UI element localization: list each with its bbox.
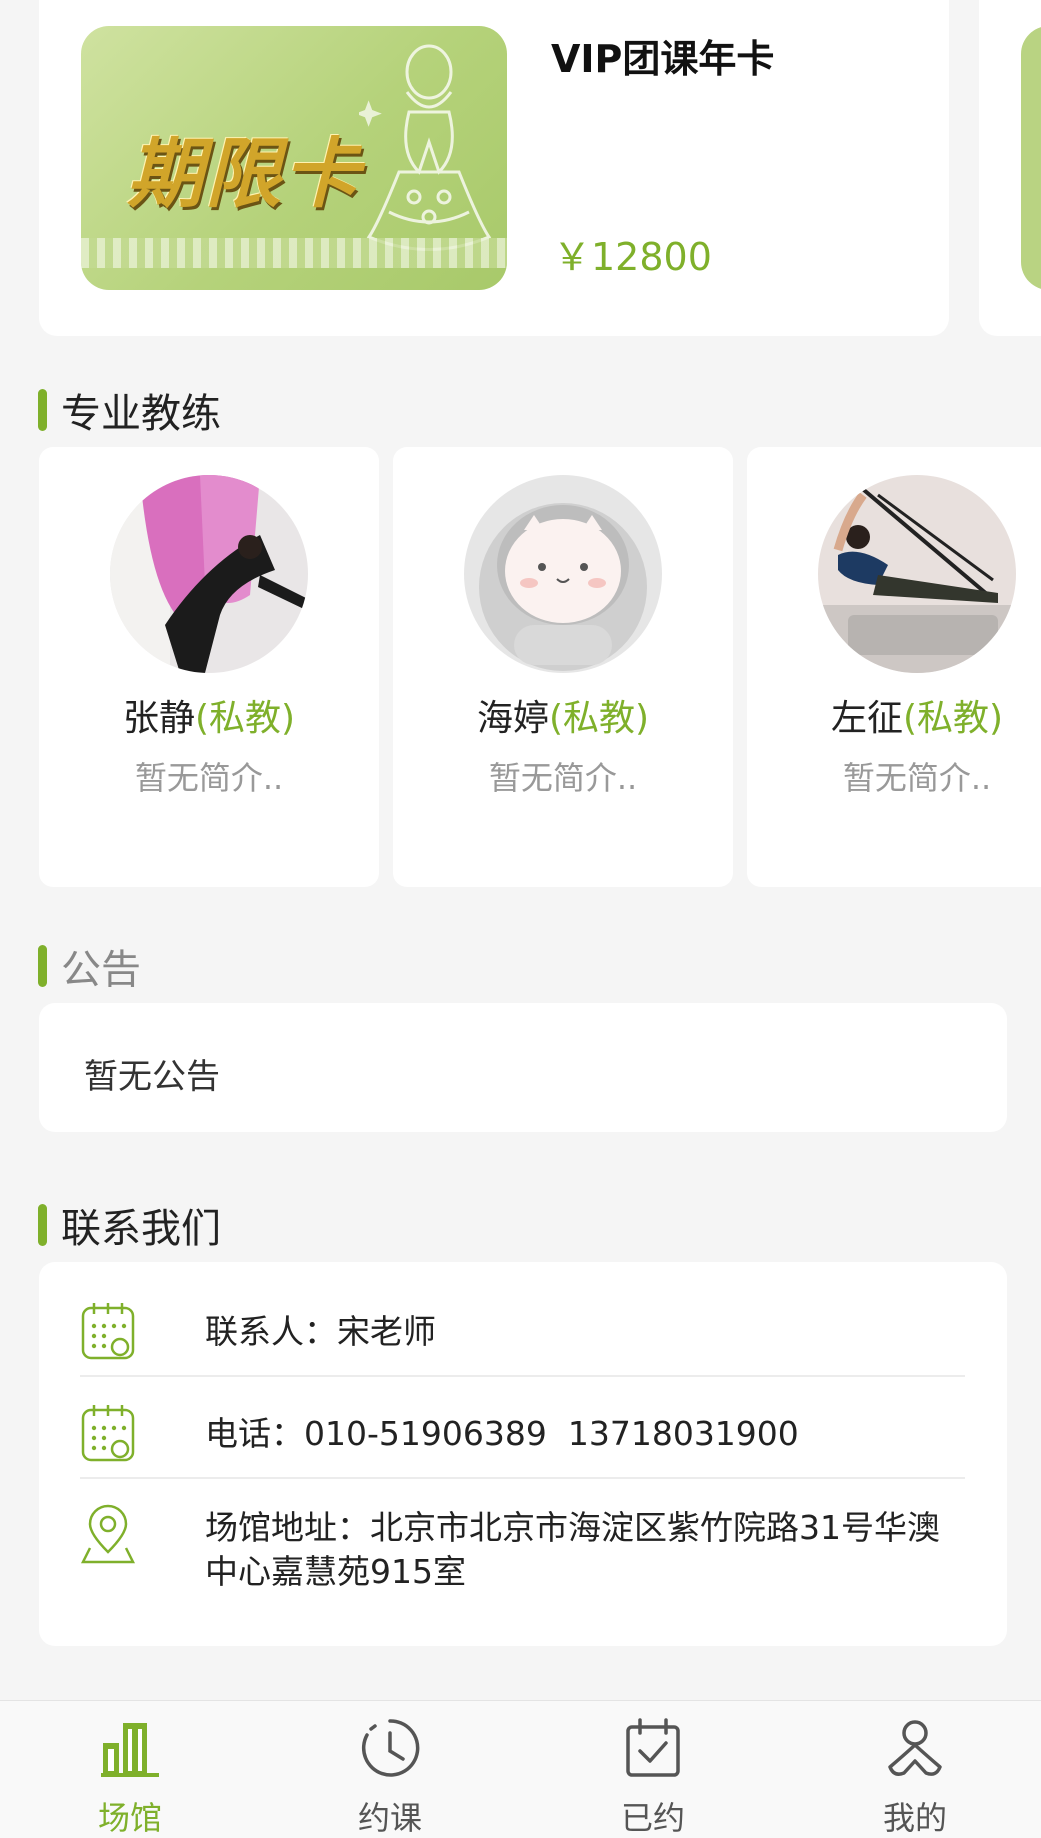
contact-person-text: 联系人：宋老师 xyxy=(205,1312,436,1351)
divider xyxy=(80,1375,965,1377)
user-icon xyxy=(888,1720,942,1776)
section-accent-bar xyxy=(38,389,47,431)
coach-card[interactable]: 左征(私教) 暂无简介.. xyxy=(747,447,1041,887)
tab-booked[interactable]: 已约 xyxy=(523,1701,783,1838)
tab-venue[interactable]: 场馆 xyxy=(0,1701,260,1838)
coach-intro: 暂无简介.. xyxy=(134,759,284,797)
notice-section-header: 公告 xyxy=(38,937,141,995)
calendar-check-icon xyxy=(626,1718,680,1777)
coach-name-text: 左征 xyxy=(830,698,903,739)
address-row[interactable]: 场馆地址：北京市北京市海淀区紫竹院路31号华澳中心嘉慧苑915室 xyxy=(80,1504,965,1614)
coaches-section-header: 专业教练 xyxy=(38,381,221,439)
membership-card-carousel[interactable]: 期限卡 VIP团课年卡 ￥12800 xyxy=(0,0,1041,336)
coach-avatar xyxy=(818,475,1016,673)
section-accent-bar xyxy=(38,945,47,987)
tab-book-class[interactable]: 约课 xyxy=(260,1701,520,1838)
coach-intro: 暂无简介.. xyxy=(488,759,638,797)
yoga-figure-icon xyxy=(359,44,492,251)
coach-photo-icon xyxy=(818,475,1016,673)
coach-photo-icon xyxy=(110,475,308,673)
bottom-tab-bar: 场馆 约课 已约 我的 xyxy=(0,1700,1041,1838)
tab-label: 场馆 xyxy=(97,1799,162,1837)
contact-section-header: 联系我们 xyxy=(38,1196,221,1254)
coach-avatar xyxy=(464,475,662,673)
tab-label: 约课 xyxy=(357,1799,422,1837)
card-title: VIP团课年卡 xyxy=(551,37,775,81)
contact-box: 联系人：宋老师 电话：010-51906389 13718031900 场馆地址… xyxy=(39,1262,1007,1646)
clock-icon xyxy=(361,1719,420,1777)
coach-intro: 暂无简介.. xyxy=(842,759,992,797)
membership-card[interactable]: 期限卡 VIP团课年卡 ￥12800 xyxy=(39,0,949,336)
contact-person-row: 联系人：宋老师 xyxy=(80,1300,965,1370)
coach-name: 左征(私教) xyxy=(747,689,1041,741)
phone-row[interactable]: 电话：010-51906389 13718031900 xyxy=(80,1402,965,1472)
coach-tag: (私教) xyxy=(902,698,1004,739)
next-card-peek[interactable] xyxy=(979,0,1041,336)
tab-mine[interactable]: 我的 xyxy=(785,1701,1041,1838)
coach-name: 张静(私教) xyxy=(39,689,379,741)
default-avatar-icon xyxy=(464,475,662,673)
coach-name: 海婷(私教) xyxy=(393,689,733,741)
calendar-icon xyxy=(81,1405,135,1462)
coach-tag: (私教) xyxy=(194,698,296,739)
coach-card[interactable]: 张静(私教) 暂无简介.. xyxy=(39,447,379,887)
calendar-icon xyxy=(81,1303,135,1360)
card-image-text: 期限卡 xyxy=(127,129,361,218)
divider xyxy=(80,1477,965,1479)
contact-section-title: 联系我们 xyxy=(61,1206,221,1252)
card-image: 期限卡 xyxy=(81,26,507,290)
coaches-section-title: 专业教练 xyxy=(61,391,221,437)
location-pin-icon xyxy=(80,1504,136,1564)
next-card-image xyxy=(1021,26,1041,290)
coach-name-text: 张静 xyxy=(122,698,195,739)
notice-content: 暂无公告 xyxy=(84,1057,220,1097)
card-price: ￥12800 xyxy=(553,235,712,279)
building-icon xyxy=(101,1723,159,1777)
tab-label: 已约 xyxy=(620,1799,685,1837)
tab-label: 我的 xyxy=(882,1799,947,1837)
notice-box: 暂无公告 xyxy=(39,1003,1007,1132)
card-image-pattern xyxy=(81,238,507,268)
section-accent-bar xyxy=(38,1204,47,1246)
coach-tag: (私教) xyxy=(548,698,650,739)
address-text: 场馆地址：北京市北京市海淀区紫竹院路31号华澳中心嘉慧苑915室 xyxy=(205,1508,940,1591)
coach-card[interactable]: 海婷(私教) 暂无简介.. xyxy=(393,447,733,887)
coach-avatar xyxy=(110,475,308,673)
coach-name-text: 海婷 xyxy=(476,698,549,739)
notice-section-title: 公告 xyxy=(61,947,141,993)
phone-text: 电话：010-51906389 13718031900 xyxy=(205,1414,799,1453)
